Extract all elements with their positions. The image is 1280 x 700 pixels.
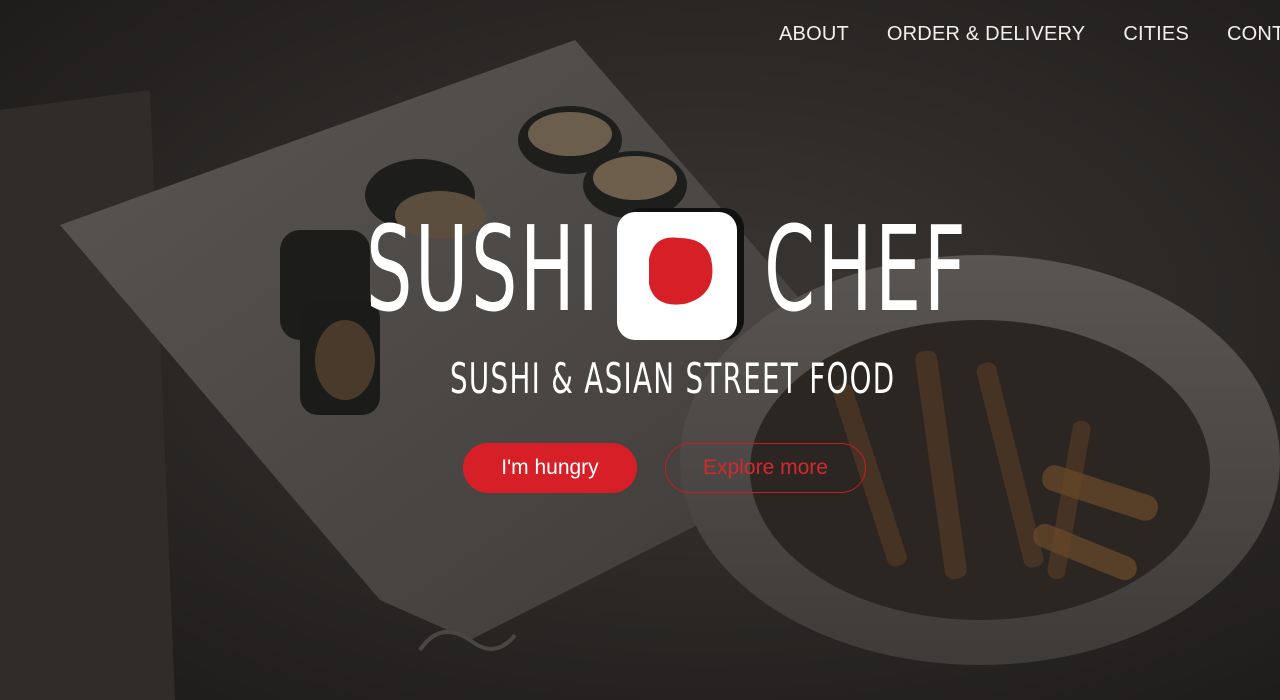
hero-section: ABOUT ORDER & DELIVERY CITIES CONTACT SU…: [0, 0, 1280, 700]
nav-item-contact[interactable]: CONTACT: [1227, 20, 1280, 48]
brand-logo: SUSHI CHEF SUSHI & ASIAN STREET FOOD: [364, 200, 966, 404]
main-nav: ABOUT ORDER & DELIVERY CITIES CONTACT: [779, 20, 1280, 48]
logo-tagline: SUSHI & ASIAN STREET FOOD: [450, 354, 896, 403]
logo-word-chef: CHEF: [764, 200, 969, 338]
nav-item-cities[interactable]: CITIES: [1123, 20, 1189, 48]
red-dot-in-white-square-icon: [617, 208, 744, 340]
nav-item-order-delivery[interactable]: ORDER & DELIVERY: [887, 20, 1085, 48]
logo-word-sushi: SUSHI: [366, 200, 602, 338]
explore-more-button[interactable]: Explore more: [665, 443, 866, 493]
im-hungry-button[interactable]: I'm hungry: [463, 443, 637, 493]
nav-item-about[interactable]: ABOUT: [779, 20, 849, 48]
